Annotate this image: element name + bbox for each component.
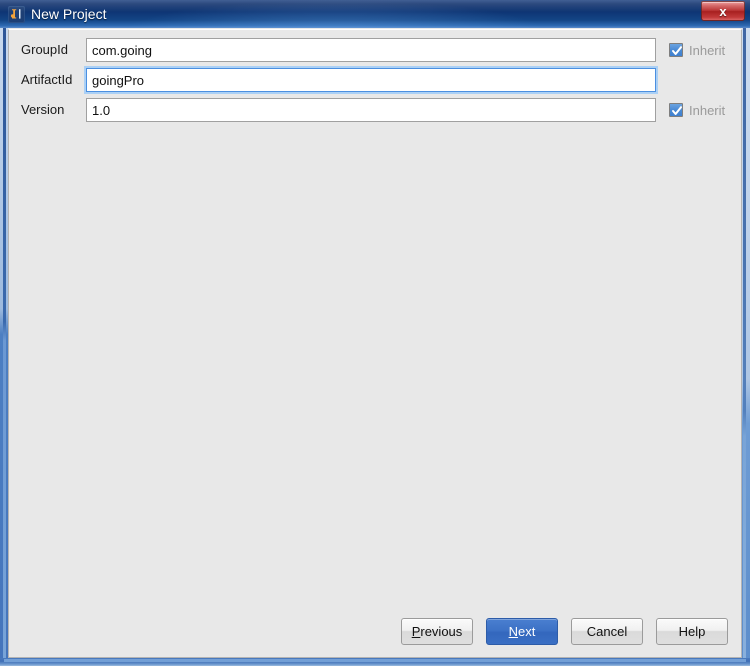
dialog-button-bar: Previous Next Cancel Help (9, 618, 741, 648)
checkmark-icon (672, 46, 682, 55)
groupid-input[interactable] (86, 38, 656, 62)
version-inherit-label: Inherit (689, 102, 726, 118)
window-border-right-inner (743, 28, 746, 666)
help-button[interactable]: Help (656, 618, 728, 645)
form-row-groupid: GroupId Inherit (9, 38, 741, 64)
titlebar-sheen (120, 0, 550, 28)
form-row-version: Version Inherit (9, 98, 741, 124)
version-inherit-checkbox[interactable] (669, 103, 683, 117)
window-border-left-inner (3, 28, 6, 666)
checkmark-icon (672, 106, 682, 115)
artifactid-input[interactable] (86, 68, 656, 92)
window-title: New Project (31, 6, 107, 22)
groupid-label: GroupId (21, 42, 68, 57)
dialog-client-area: GroupId Inherit ArtifactId Vers (8, 29, 742, 658)
groupid-inherit-label: Inherit (689, 42, 726, 58)
new-project-dialog: New Project x GroupId Inherit (0, 0, 750, 666)
version-input[interactable] (86, 98, 656, 122)
intellij-idea-icon (8, 6, 25, 23)
maven-coordinates-form: GroupId Inherit ArtifactId Vers (9, 30, 741, 130)
version-inherit-group[interactable]: Inherit (669, 100, 725, 120)
cancel-button[interactable]: Cancel (571, 618, 643, 645)
window-border-bottom-inner (4, 659, 746, 662)
form-row-artifactid: ArtifactId (9, 68, 741, 94)
title-bar[interactable]: New Project x (0, 0, 750, 28)
groupid-inherit-group[interactable]: Inherit (669, 40, 725, 60)
close-button[interactable]: x (701, 1, 745, 21)
next-button[interactable]: Next (486, 618, 558, 645)
artifactid-label: ArtifactId (21, 72, 73, 87)
groupid-inherit-checkbox[interactable] (669, 43, 683, 57)
version-label: Version (21, 102, 65, 117)
previous-button[interactable]: Previous (401, 618, 473, 645)
